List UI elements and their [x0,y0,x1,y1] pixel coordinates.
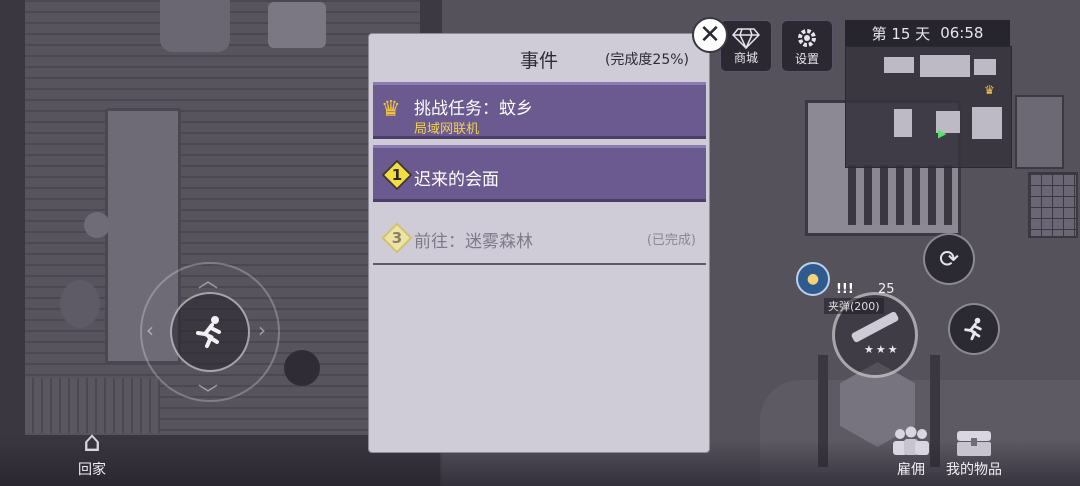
ammo-label-text: 夹弹(200) [828,300,880,313]
home-button[interactable]: ⌂ 回家 [78,425,106,479]
diamond-icon [732,27,760,49]
quest-status: (已完成) [646,233,696,248]
shop-button[interactable]: 商城 [720,20,772,72]
events-dialog: 事件 (完成度25%) ♛ 挑战任务：蚊乡 局域网联机 1 迟来的会面 3 前往… [369,34,709,452]
side-table [1015,95,1064,169]
completion-progress: (完成度25%) [604,52,689,68]
sofa [160,0,230,52]
plant-pot [84,212,110,238]
running-man-icon [964,317,982,341]
joystick-knob[interactable] [170,292,250,372]
weapon-stars: ★★★ [864,343,900,356]
quest-title: 迟来的会面 [414,170,499,190]
quest-item-challenge[interactable]: ♛ 挑战任务：蚊乡 局域网联机 [373,82,706,139]
joystick-left-icon: ‹ [146,318,154,342]
chair [60,280,100,328]
settings-button[interactable]: 设置 [781,20,833,72]
striped-blanket [848,165,956,225]
joystick-down-icon: ﹀ [198,382,218,406]
divider [373,263,706,265]
ammo-label: 夹弹(200) [824,298,884,314]
reload-icon: ⟳ [938,245,960,273]
gear-icon [798,28,816,47]
close-icon: ✕ [699,20,721,50]
left-wall [0,0,25,486]
my-items-button[interactable]: 我的物品 [946,425,1002,479]
player-character [284,350,320,386]
quest-title: 前往：迷雾森林 [414,232,533,252]
joystick-right-icon: › [258,318,266,342]
pale-diamond-icon: 3 [381,222,413,254]
floor-cushion [268,2,326,48]
home-label: 回家 [78,462,106,478]
chest-icon [957,431,991,456]
alert-badge: !!! [836,282,854,297]
game-screen: ︿ ﹀ ‹ › 商城 设置 第 15 天 06:58 ♛ ▶ ● ⟳ ★★★ 夹… [0,0,1080,486]
time-label: 06:58 [940,24,984,42]
quest-subtitle: 局域网联机 [414,122,480,137]
solar-panel [1028,172,1078,238]
day-label: 第 15 天 [871,24,931,43]
hire-label: 雇佣 [897,462,925,478]
minimap[interactable]: ♛ ▶ [845,46,1012,168]
dialog-header: 事件 (完成度25%) [369,34,709,80]
close-button[interactable]: ✕ [692,17,728,53]
people-icon [893,426,929,455]
reload-button[interactable]: ⟳ [923,233,975,285]
coins-button[interactable]: ● [796,262,830,296]
sprint-button[interactable] [948,303,1000,355]
house-icon: ⌂ [83,425,101,458]
coins-icon: ● [806,271,820,287]
day-time-panel: 第 15 天 06:58 [845,20,1010,46]
my-items-label: 我的物品 [946,462,1002,478]
yellow-diamond-icon: 1 [381,159,413,191]
settings-label: 设置 [794,51,819,66]
shop-label: 商城 [733,50,758,65]
quest-number: 3 [391,229,403,247]
hire-button[interactable]: 雇佣 [888,425,934,479]
quest-number: 1 [391,166,403,184]
quest-title: 挑战任务：蚊乡 [414,99,533,119]
ammo-count: 25 [878,282,895,297]
running-man-icon [196,316,221,348]
crown-icon: ♛ [381,97,401,122]
joystick-up-icon: ︿ [198,268,218,292]
quest-item-misty-forest[interactable]: 3 前往：迷雾森林 (已完成) [373,214,706,262]
minimap-player-icon: ▶ [938,127,947,140]
minimap-crown-icon: ♛ [984,83,995,97]
quest-item-late-meeting[interactable]: 1 迟来的会面 [373,145,706,202]
